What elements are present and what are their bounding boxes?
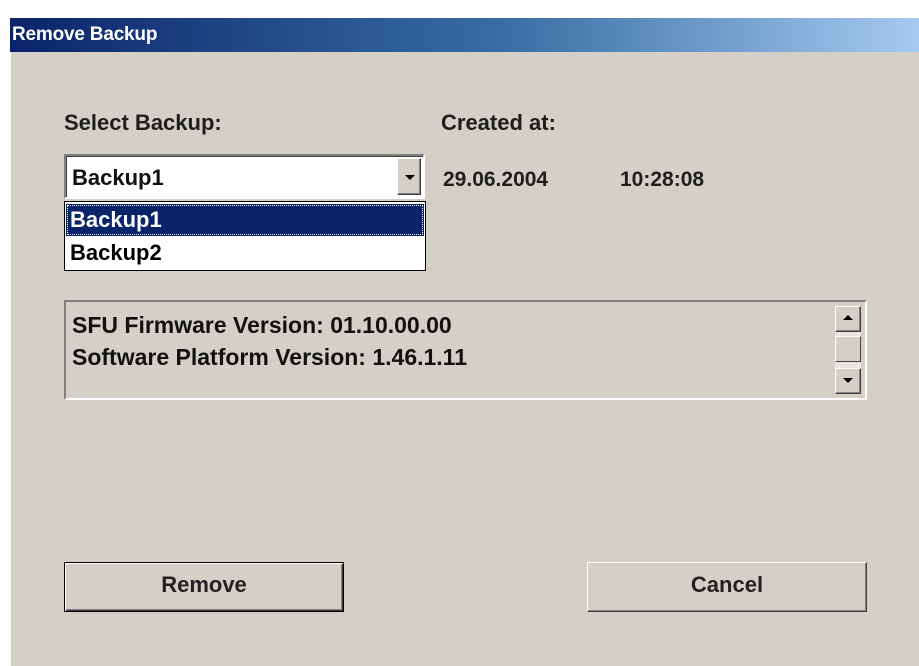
scroll-thumb[interactable] — [835, 336, 861, 362]
created-date: 29.06.2004 — [443, 168, 549, 191]
arrow-up-icon — [843, 315, 853, 320]
dropdown-option-backup2[interactable]: Backup2 — [66, 237, 424, 269]
version-info-box: SFU Firmware Version: 01.10.00.00 Softwa… — [64, 300, 867, 400]
remove-button[interactable]: Remove — [64, 562, 344, 612]
title-bar[interactable]: Remove Backup — [10, 18, 919, 52]
scroll-down-button[interactable] — [835, 368, 861, 394]
chevron-down-icon — [405, 175, 415, 180]
backup-combobox-value: Backup1 — [72, 165, 164, 190]
created-at-label: Created at: — [441, 110, 556, 135]
cancel-button[interactable]: Cancel — [587, 562, 867, 612]
remove-backup-dialog: Remove Backup Select Backup: Created at:… — [10, 18, 919, 666]
platform-version-text: Software Platform Version: 1.46.1.11 — [72, 344, 467, 370]
info-scrollbar[interactable] — [835, 306, 861, 394]
dropdown-option-backup1[interactable]: Backup1 — [66, 204, 424, 236]
backup-combobox[interactable]: Backup1 — [64, 154, 425, 199]
scroll-up-button[interactable] — [835, 306, 861, 332]
created-time: 10:28:08 — [620, 168, 705, 191]
combobox-dropdown-button[interactable] — [397, 158, 421, 195]
select-backup-label: Select Backup: — [64, 110, 222, 135]
backup-dropdown-list: Backup1 Backup2 — [64, 201, 426, 271]
firmware-version-text: SFU Firmware Version: 01.10.00.00 — [72, 312, 452, 338]
window-title: Remove Backup — [12, 24, 158, 45]
arrow-down-icon — [843, 378, 853, 383]
